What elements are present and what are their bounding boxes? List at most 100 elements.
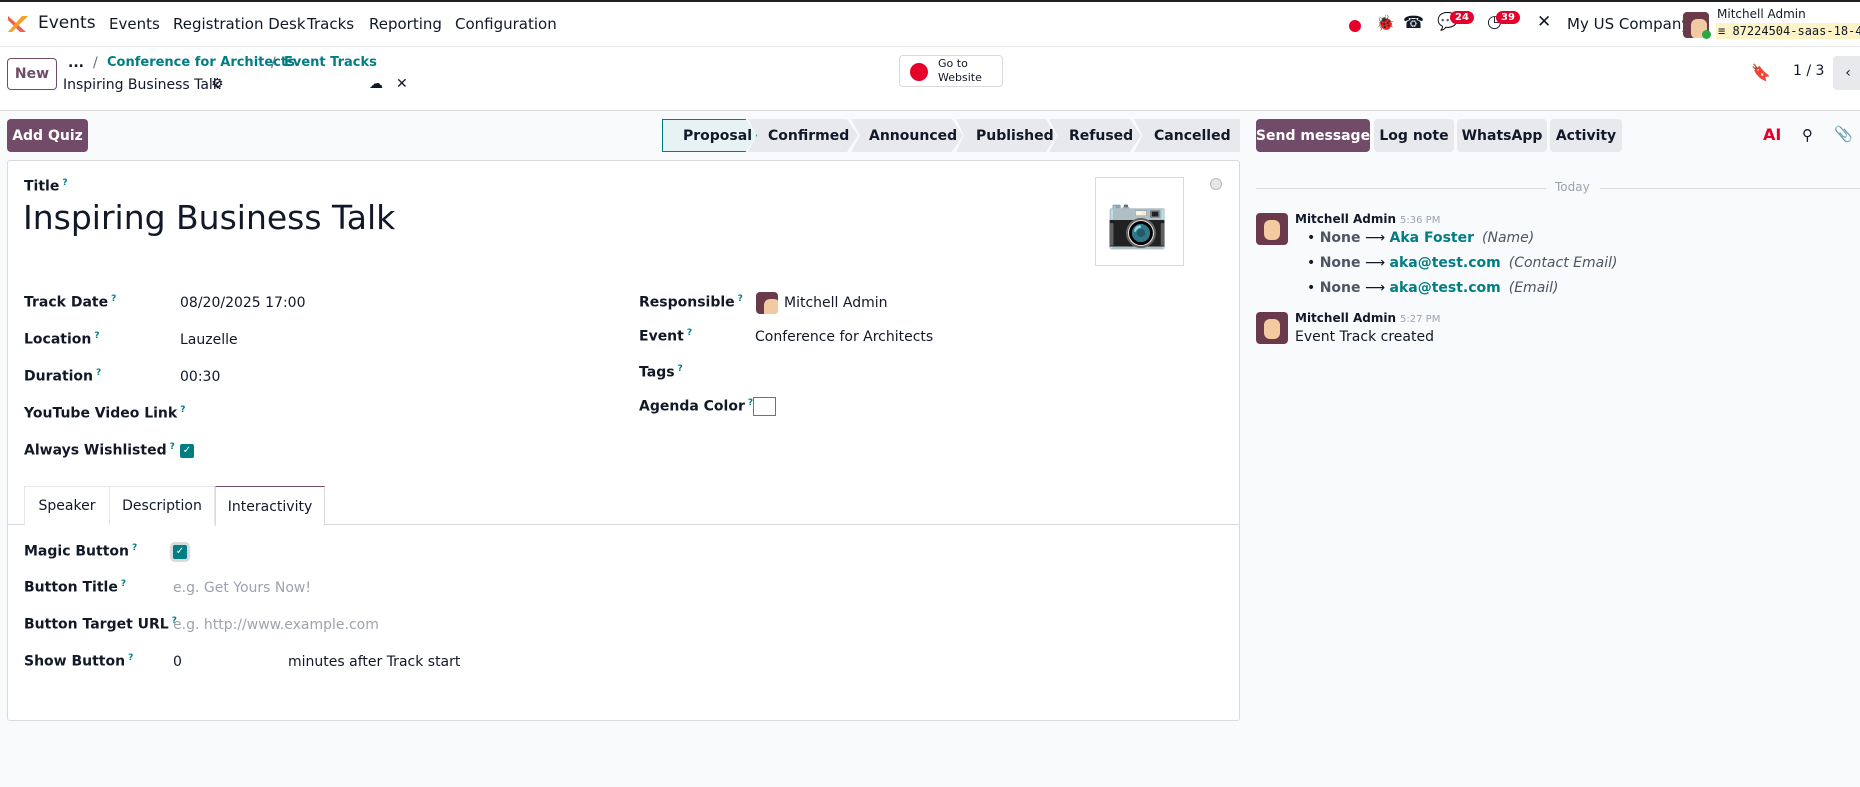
activity-count-badge: 39 [1496, 11, 1520, 24]
go-to-website-line1: Go to [938, 57, 968, 70]
save-cloud-icon[interactable]: ☁ [369, 76, 383, 92]
help-icon[interactable]: ? [111, 294, 116, 304]
breadcrumb-more[interactable]: ... [68, 55, 84, 71]
pager-prev-button[interactable]: ‹ [1833, 56, 1860, 90]
label-text: Button Title [24, 579, 118, 596]
add-quiz-button[interactable]: Add Quiz [7, 119, 88, 152]
pager[interactable]: 1 / 3 [1793, 63, 1824, 79]
help-icon[interactable]: ? [96, 368, 101, 378]
separator-line [1600, 188, 1860, 189]
label-text: Location [24, 331, 92, 348]
title-label: Title? [24, 178, 68, 195]
new-button[interactable]: New [7, 58, 57, 90]
app-name[interactable]: Events [38, 13, 96, 33]
gear-icon[interactable]: ⚙ [211, 76, 224, 92]
responsible-field[interactable]: Mitchell Admin [784, 295, 888, 311]
menu-registration-desk[interactable]: Registration Desk [173, 15, 306, 33]
help-icon[interactable]: ? [132, 543, 137, 553]
magic-button-label: Magic Button? [24, 543, 137, 560]
tab-description[interactable]: Description [109, 486, 215, 525]
label-text: Event [639, 328, 684, 345]
help-icon[interactable]: ? [94, 331, 99, 341]
tab-interactivity[interactable]: Interactivity [215, 486, 325, 526]
always-wishlisted-checkbox[interactable]: ✓ [180, 444, 194, 458]
stage-proposal[interactable]: Proposal [662, 119, 757, 152]
tools-icon[interactable]: ✕ [1537, 12, 1551, 32]
message-header: Mitchell Admin 5:27 PM [1295, 310, 1440, 326]
button-url-input[interactable]: e.g. http://www.example.com [173, 617, 379, 633]
stage-cancelled[interactable]: Cancelled [1134, 119, 1240, 152]
message-avatar[interactable] [1256, 213, 1288, 245]
stage-announced[interactable]: Announced [851, 119, 963, 152]
old-value: None [1319, 280, 1361, 296]
message-author[interactable]: Mitchell Admin [1295, 212, 1396, 226]
tracking-change: • None ⟶ aka@test.com (Email) [1307, 280, 1559, 296]
breadcrumb-conference[interactable]: Conference for Architects [107, 55, 295, 70]
help-icon[interactable]: ? [687, 328, 692, 338]
always-wishlisted-label: Always Wishlisted? [24, 442, 175, 459]
location-field[interactable]: Lauzelle [180, 332, 238, 348]
help-icon[interactable]: ? [62, 178, 67, 188]
online-status-icon [1702, 30, 1711, 39]
responsible-label: Responsible? [639, 294, 743, 311]
paperclip-icon[interactable]: 📎 [1834, 125, 1853, 143]
stage-confirmed[interactable]: Confirmed [748, 119, 858, 152]
search-icon[interactable]: ⚲ [1802, 126, 1813, 144]
duration-label: Duration? [24, 368, 101, 385]
button-title-label: Button Title? [24, 579, 126, 596]
magic-button-checkbox[interactable]: ✓ [173, 545, 187, 559]
go-to-website-button[interactable]: Go to Website [899, 55, 1003, 87]
separator-line [1256, 188, 1546, 189]
help-icon[interactable]: ? [170, 442, 175, 452]
message-time: 5:36 PM [1400, 215, 1441, 226]
menu-events[interactable]: Events [109, 15, 160, 33]
image-upload[interactable]: 📷 [1095, 177, 1184, 266]
database-name: ≡ 87224504-saas-18-4 [1716, 23, 1860, 39]
log-note-button[interactable]: Log note [1374, 119, 1454, 152]
event-field[interactable]: Conference for Architects [755, 329, 933, 345]
bookmark-icon[interactable]: 🔖 [1751, 63, 1771, 82]
user-name[interactable]: Mitchell Admin [1717, 7, 1806, 21]
youtube-link-label: YouTube Video Link? [24, 405, 185, 422]
track-date-field[interactable]: 08/20/2025 17:00 [180, 295, 306, 311]
stage-published[interactable]: Published [956, 119, 1056, 152]
activity-button[interactable]: Activity [1550, 119, 1622, 152]
location-label: Location? [24, 331, 100, 348]
agenda-color-swatch[interactable] [753, 397, 776, 416]
help-icon[interactable]: ? [678, 364, 683, 374]
ai-icon[interactable]: AI [1763, 125, 1781, 144]
duration-field[interactable]: 00:30 [180, 369, 220, 385]
phone-icon[interactable]: ☎ [1403, 13, 1424, 33]
debug-bug-icon[interactable]: 🐞 [1376, 14, 1395, 32]
show-button-input[interactable]: 0 [173, 654, 182, 670]
youtube-link-field[interactable] [180, 405, 580, 425]
message-author[interactable]: Mitchell Admin [1295, 311, 1396, 325]
status-indicator[interactable] [1210, 178, 1222, 190]
message-body: Event Track created [1295, 329, 1434, 345]
menu-configuration[interactable]: Configuration [455, 15, 557, 33]
message-time: 5:27 PM [1400, 314, 1441, 325]
label-text: YouTube Video Link [24, 405, 178, 422]
send-message-button[interactable]: Send message [1256, 119, 1370, 152]
message-avatar[interactable] [1256, 312, 1288, 344]
breadcrumb-event-tracks[interactable]: Event Tracks [284, 55, 377, 70]
globe-icon [910, 63, 928, 81]
field-name: (Contact Email) [1508, 255, 1618, 271]
title-input[interactable]: Inspiring Business Talk [23, 198, 395, 237]
whatsapp-button[interactable]: WhatsApp [1457, 119, 1547, 152]
menu-tracks[interactable]: Tracks [307, 15, 354, 33]
tags-field[interactable] [755, 364, 1155, 384]
chat-count-badge: 24 [1450, 11, 1474, 24]
discard-icon[interactable]: ✕ [396, 76, 408, 92]
company-switcher[interactable]: My US Company [1567, 15, 1690, 33]
new-value: aka@test.com [1389, 255, 1501, 271]
breadcrumb-separator: / [271, 55, 276, 71]
tab-speaker[interactable]: Speaker [24, 486, 110, 525]
help-icon[interactable]: ? [121, 579, 126, 589]
menu-reporting[interactable]: Reporting [369, 15, 442, 33]
button-title-input[interactable]: e.g. Get Yours Now! [173, 580, 311, 596]
help-icon[interactable]: ? [128, 653, 133, 663]
recording-dot-icon[interactable] [1349, 20, 1361, 32]
help-icon[interactable]: ? [738, 294, 743, 304]
stage-refused[interactable]: Refused [1049, 119, 1141, 152]
